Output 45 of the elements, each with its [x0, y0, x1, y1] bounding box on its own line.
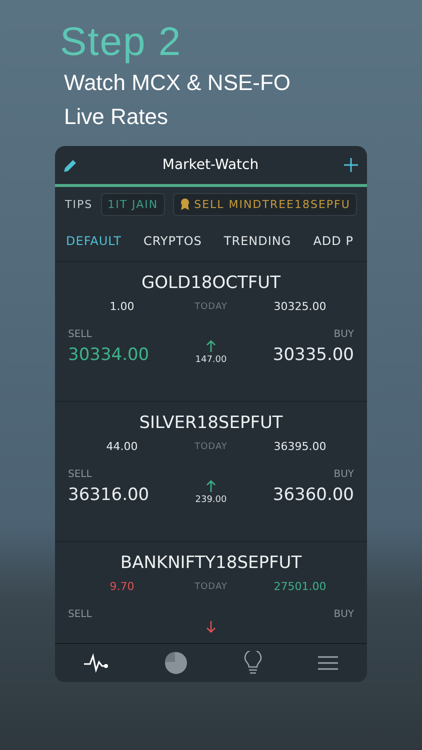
today-label: TODAY [194, 582, 228, 592]
sell-price: 30334.00 [68, 345, 150, 365]
quote-card[interactable]: SILVER18SEPFUT 44.00 TODAY 36395.00 SELL BUY 36316.00 239.00 36360.00 [55, 401, 367, 541]
price-value: 30325.00 [274, 300, 326, 313]
today-label: TODAY [194, 302, 228, 312]
change-value: 9.70 [110, 580, 134, 593]
menu-icon [317, 655, 340, 671]
symbol-name: BANKNIFTY18SEPFUT [119, 552, 303, 574]
tips-label: TIPS [65, 198, 93, 210]
buy-label: BUY [334, 609, 354, 620]
award-icon [180, 198, 190, 210]
pie-chart-icon [164, 651, 188, 675]
category-tab[interactable]: DEFAULT [66, 234, 122, 248]
category-tab[interactable]: ADD P [313, 234, 354, 248]
tip-chip[interactable]: 1IT JAIN [100, 192, 166, 216]
buy-price: 36360.00 [272, 485, 354, 505]
today-label: TODAY [194, 442, 228, 452]
buy-label: BUY [334, 329, 354, 340]
price-value: 36395.00 [274, 440, 326, 453]
buy-label: BUY [334, 469, 354, 480]
screen-title: Market-Watch [162, 157, 259, 173]
category-tab[interactable]: TRENDING [224, 234, 292, 248]
sell-label: SELL [68, 609, 92, 620]
sell-label: SELL [68, 469, 92, 480]
edit-button[interactable] [63, 158, 78, 172]
change-value: 1.00 [110, 300, 134, 313]
headline-text: Watch MCX & NSE-FO [63, 69, 291, 97]
buy-price: 30335.00 [272, 345, 354, 365]
headline-text: Live Rates [63, 103, 169, 131]
quote-card[interactable]: GOLD18OCTFUT 1.00 TODAY 30325.00 SELL BUY 30334.00 147.00 30335.00 [55, 261, 367, 401]
change-value: 44.00 [106, 440, 138, 453]
symbol-name: SILVER18SEPFUT [138, 412, 284, 434]
sell-label: SELL [68, 329, 92, 340]
nav-button[interactable] [82, 653, 109, 673]
add-button[interactable] [342, 157, 359, 173]
sell-price: 36316.00 [68, 485, 150, 505]
step-heading: Step 2 [60, 19, 183, 66]
light-bulb-icon [244, 651, 262, 675]
symbol-name: GOLD18OCTFUT [140, 272, 282, 294]
pulse-icon [82, 653, 109, 673]
price-value: 27501.00 [274, 580, 326, 593]
tip-chip[interactable]: SELL MINDTREE18SEPFU [173, 192, 358, 216]
category-tab[interactable]: CRYPTOS [143, 234, 202, 248]
movement-value: 147.00 [195, 355, 227, 365]
movement-value: 239.00 [195, 495, 227, 505]
